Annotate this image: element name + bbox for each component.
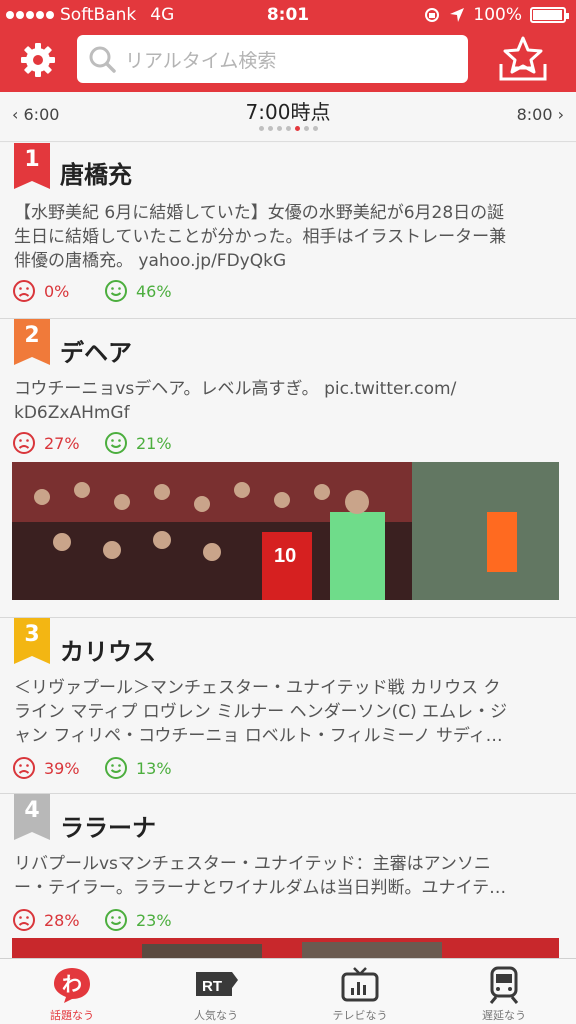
location-arrow-icon — [450, 8, 465, 22]
topic-feed: 1 唐橋充 【水野美紀 6月に結婚していた】女優の水野美紀が6月28日の誕 生日… — [0, 143, 576, 958]
topic-title: デヘア — [60, 339, 132, 367]
positive-reaction[interactable]: 23% — [104, 908, 172, 932]
status-right: 100% — [423, 5, 569, 25]
smile-face-icon — [105, 280, 127, 302]
battery-icon — [530, 7, 569, 23]
tab-label: テレビなう — [332, 1009, 388, 1022]
train-icon — [489, 966, 519, 1004]
time-navigation: ‹ 6:00 7:00時点 8:00 › — [0, 92, 576, 142]
page-dot[interactable] — [294, 126, 300, 131]
page-dot[interactable] — [267, 126, 273, 131]
positive-percent: 46% — [136, 281, 172, 301]
next-time-label: 8:00 — [516, 105, 553, 124]
current-time-label: 7:00時点 — [245, 100, 331, 124]
wa-icon: わ — [54, 968, 90, 1003]
topic-text-line: ライン マティプ ロヴレン ミルナー ヘンダーソン(C) エムレ・ジ — [14, 702, 508, 722]
positive-percent: 23% — [136, 910, 172, 930]
negative-percent: 28% — [44, 910, 80, 930]
smile-face-icon — [105, 432, 127, 454]
rank-number: 3 — [24, 622, 40, 647]
topic-text-line: 俳優の唐橋充。 yahoo.jp/FDyQkG — [14, 251, 287, 271]
topic-text-line: ー・テイラー。ララーナとワイナルダムは当日判断。ユナイテ… — [14, 878, 507, 898]
next-time-button[interactable]: 8:00 › — [517, 105, 564, 124]
bottom-tab-bar: わ 話題なう RT 人気なう テレビなう 遅延なう — [0, 958, 576, 1024]
rank-number: 4 — [24, 798, 40, 823]
positive-reaction[interactable]: 21% — [104, 431, 172, 455]
topic-card[interactable]: 4 ララーナ リバプールvsマンチェスター・ユナイテッド：主審はアンソニ ー・テ… — [0, 794, 576, 958]
topic-text-line: kD6ZxAHmGf — [14, 403, 130, 423]
tab-label: 人気なう — [194, 1009, 238, 1022]
tab-label: 話題なう — [50, 1009, 94, 1022]
topic-text: ＜リヴァプール＞マンチェスター・ユナイテッド戦 カリウス ク ライン マティプ … — [14, 676, 566, 748]
negative-percent: 27% — [44, 433, 80, 453]
favorites-star-icon[interactable] — [498, 36, 548, 82]
sad-face-icon — [13, 432, 35, 454]
topic-title: ララーナ — [60, 814, 156, 842]
topic-photo[interactable]: 10 — [12, 462, 559, 600]
negative-reaction[interactable]: 27% — [12, 431, 104, 455]
page-indicator — [0, 126, 576, 131]
page-dot[interactable] — [312, 126, 318, 131]
topic-text-line: コウチーニョvsデヘア。レベル高すぎ。 pic.twitter.com/ — [14, 379, 457, 399]
negative-reaction[interactable]: 0% — [12, 279, 104, 303]
reaction-row: 39% 13% — [12, 756, 172, 780]
app-header: SoftBank 4G 8:01 100% リアルタイム検索 — [0, 0, 576, 92]
sad-face-icon — [13, 909, 35, 931]
page-dot[interactable] — [303, 126, 309, 131]
rank-number: 1 — [24, 147, 40, 172]
topic-title: カリウス — [60, 638, 156, 666]
jersey-number: 10 — [274, 545, 296, 567]
positive-percent: 21% — [136, 433, 172, 453]
topic-photo[interactable] — [12, 938, 559, 958]
smile-face-icon — [105, 909, 127, 931]
negative-reaction[interactable]: 39% — [12, 756, 104, 780]
topic-text-line: 【水野美紀 6月に結婚していた】女優の水野美紀が6月28日の誕 — [14, 203, 505, 223]
topic-text: コウチーニョvsデヘア。レベル高すぎ。 pic.twitter.com/ kD6… — [14, 377, 566, 425]
gear-icon[interactable] — [18, 40, 58, 80]
negative-reaction[interactable]: 28% — [12, 908, 104, 932]
rotation-lock-icon — [425, 8, 440, 22]
negative-percent: 39% — [44, 758, 80, 778]
tab-ninki[interactable]: RT 人気なう — [144, 959, 288, 1024]
search-icon — [89, 46, 116, 73]
page-dot[interactable] — [285, 126, 291, 131]
reaction-row: 28% 23% — [12, 908, 172, 932]
topic-card[interactable]: 2 デヘア コウチーニョvsデヘア。レベル高すぎ。 pic.twitter.co… — [0, 319, 576, 618]
smile-face-icon — [105, 757, 127, 779]
topic-card[interactable]: 3 カリウス ＜リヴァプール＞マンチェスター・ユナイテッド戦 カリウス ク ライ… — [0, 618, 576, 794]
topic-text-line: リバプールvsマンチェスター・ユナイテッド：主審はアンソニ — [14, 854, 491, 874]
svg-text:RT: RT — [202, 978, 222, 995]
tv-icon — [341, 967, 379, 1002]
topic-text: リバプールvsマンチェスター・ユナイテッド：主審はアンソニ ー・テイラー。ララー… — [14, 852, 566, 900]
reaction-row: 27% 21% — [12, 431, 172, 455]
sad-face-icon — [13, 280, 35, 302]
rt-icon: RT — [196, 972, 238, 996]
battery-percent: 100% — [473, 5, 522, 25]
topic-card[interactable]: 1 唐橋充 【水野美紀 6月に結婚していた】女優の水野美紀が6月28日の誕 生日… — [0, 143, 576, 319]
status-bar: SoftBank 4G 8:01 100% — [0, 0, 576, 30]
reaction-row: 0% 46% — [12, 279, 172, 303]
tab-tv[interactable]: テレビなう — [288, 959, 432, 1024]
rank-number: 2 — [24, 323, 40, 348]
topic-text: 【水野美紀 6月に結婚していた】女優の水野美紀が6月28日の誕 生日に結婚してい… — [14, 201, 566, 273]
tab-wadai[interactable]: わ 話題なう — [0, 959, 144, 1024]
svg-text:わ: わ — [62, 972, 82, 996]
topic-text-line: 生日に結婚していたことが分かった。相手はイラストレーター兼 — [14, 227, 507, 247]
topic-text-line: ＜リヴァプール＞マンチェスター・ユナイテッド戦 カリウス ク — [14, 678, 501, 698]
page-dot[interactable] — [276, 126, 282, 131]
search-input[interactable]: リアルタイム検索 — [77, 35, 468, 83]
positive-reaction[interactable]: 46% — [104, 279, 172, 303]
sad-face-icon — [13, 757, 35, 779]
positive-reaction[interactable]: 13% — [104, 756, 172, 780]
tab-chien[interactable]: 遅延なう — [432, 959, 576, 1024]
page-dot[interactable] — [258, 126, 264, 131]
tab-label: 遅延なう — [482, 1009, 526, 1022]
topic-title: 唐橋充 — [60, 161, 132, 189]
positive-percent: 13% — [136, 758, 172, 778]
chevron-right-icon: › — [557, 105, 564, 124]
search-placeholder: リアルタイム検索 — [125, 49, 277, 72]
topic-text-line: ャン フィリペ・コウチーニョ ロベルト・フィルミーノ サディ… — [14, 726, 503, 746]
negative-percent: 0% — [44, 281, 70, 301]
